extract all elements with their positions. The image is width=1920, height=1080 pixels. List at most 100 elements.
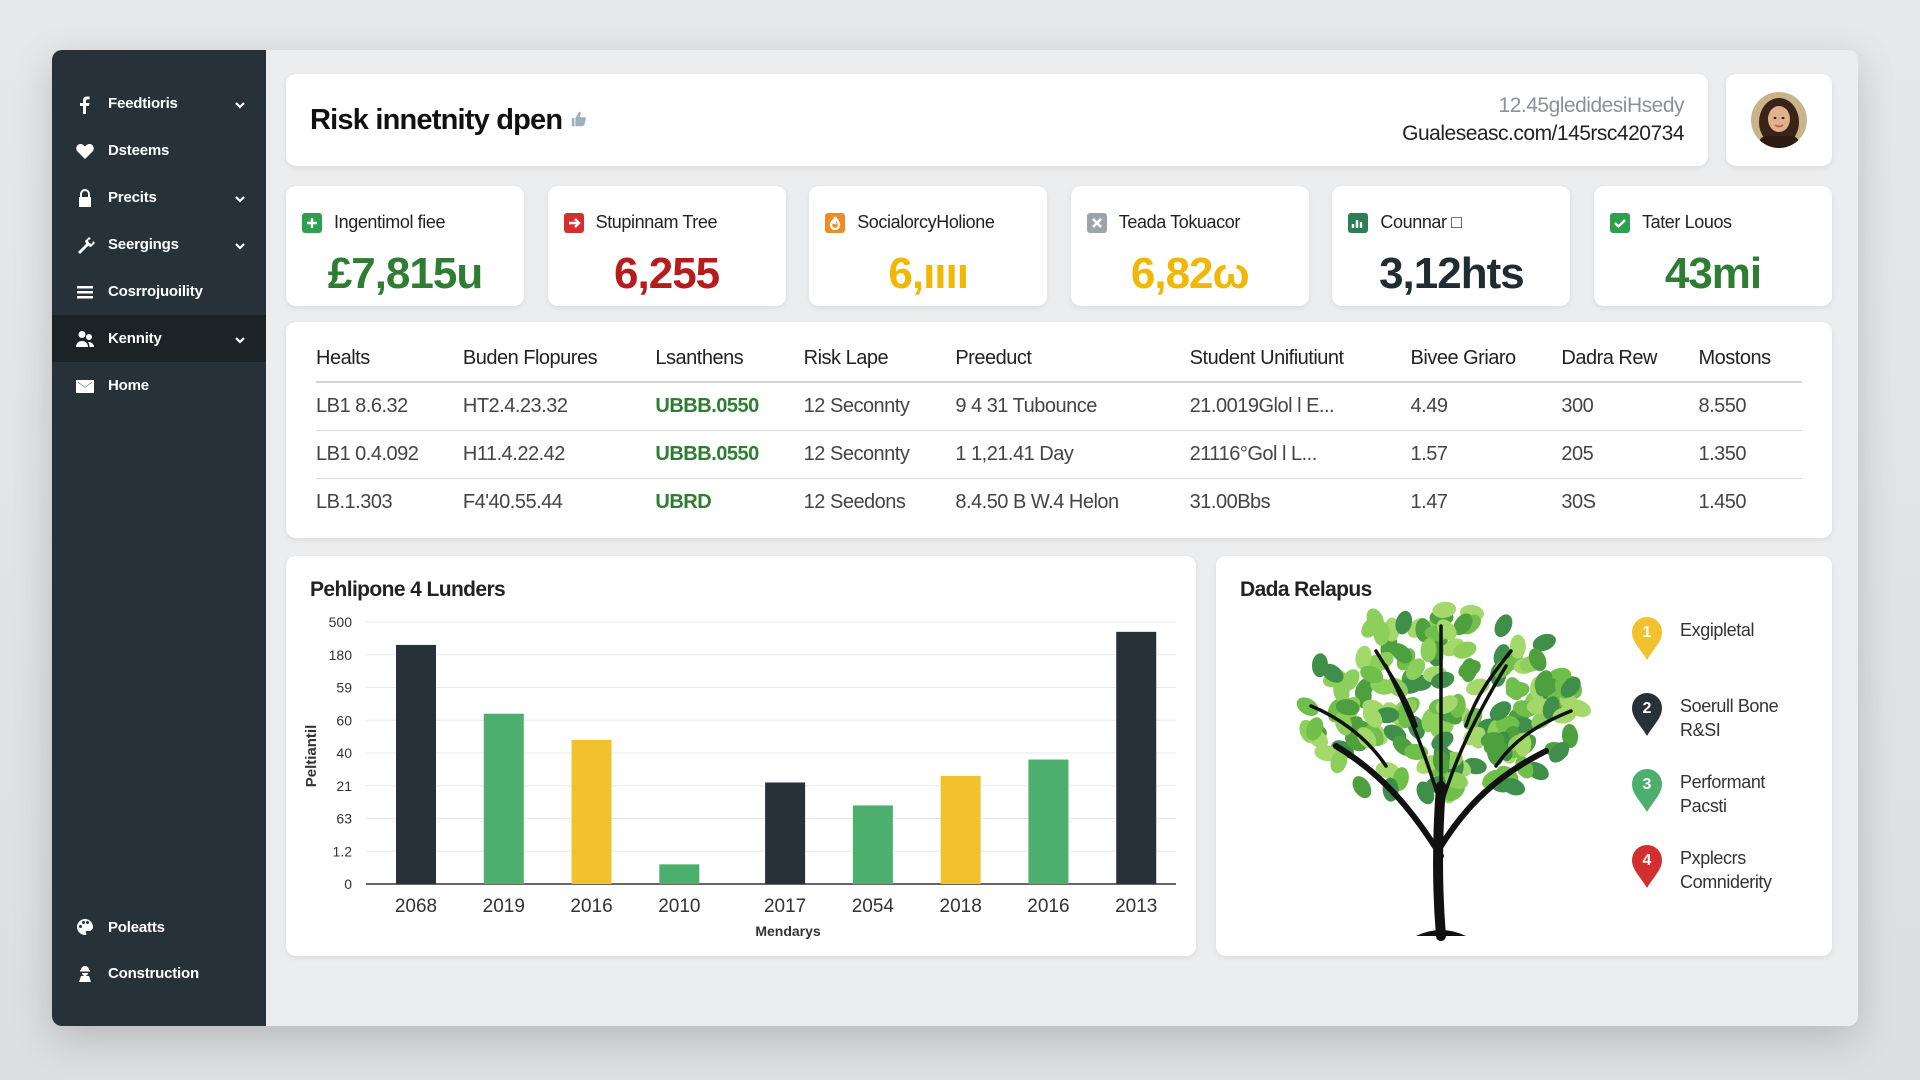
bar	[659, 864, 700, 884]
kpi-card[interactable]: Stupinnam Tree 6,255	[547, 186, 786, 306]
column-header[interactable]: Risk Lape	[803, 336, 956, 383]
kpi-card[interactable]: Tater Louos 43mi	[1594, 186, 1832, 306]
bar	[765, 782, 806, 884]
avatar[interactable]	[1751, 92, 1807, 148]
tree-branch	[1432, 781, 1446, 941]
table-body: LB1 8.6.32 HT2.4.23.32 UBBB.0550 12 Seconnt…	[316, 382, 1802, 526]
kpi-row: Ingentimol fiee £7,815u Stupinnam Tree 6,25…	[286, 186, 1832, 306]
x-tick-label: 2016	[1027, 896, 1069, 917]
tree-illustration	[1296, 601, 1591, 941]
sidebar-item-kennity[interactable]: Kennity	[52, 315, 266, 362]
bar	[940, 775, 981, 884]
bar	[1116, 631, 1157, 884]
sidebar-item-precits[interactable]: Precits	[52, 174, 266, 221]
sidebar-item-construction[interactable]: Construction	[52, 950, 266, 996]
chevron-down-icon[interactable]	[234, 239, 246, 251]
kpi-value: 43mi	[1664, 249, 1762, 298]
chevron-down-icon[interactable]	[234, 192, 246, 204]
chevron-down-icon[interactable]	[234, 98, 246, 110]
map-pin-icon: 3	[1632, 769, 1662, 812]
table-row[interactable]: LB1 8.6.32 HT2.4.23.32 UBBB.0550 12 Seconnt…	[316, 382, 1802, 431]
y-tick-label: 40	[336, 745, 352, 761]
worker-icon	[74, 962, 96, 984]
sidebar-item-poleatts[interactable]: Poleatts	[52, 904, 266, 950]
leaf	[1505, 677, 1523, 701]
kpi-value: 6,ıııı	[888, 249, 969, 298]
sidebar-item-feedtioris[interactable]: Feedtioris	[52, 80, 266, 127]
table-cell: 12 Seconnty	[803, 430, 956, 479]
legend-number: 2	[1643, 700, 1652, 717]
kpi-header: Tater Louos	[1610, 212, 1816, 233]
profile-card[interactable]	[1726, 74, 1832, 166]
palette-icon	[74, 916, 96, 938]
sidebar-item-seergings[interactable]: Seergings	[52, 221, 266, 268]
table-cell: HT2.4.23.32	[462, 382, 656, 431]
y-tick-label: 59	[336, 680, 352, 696]
kpi-card[interactable]: Ingentimol fiee £7,815u	[286, 186, 524, 306]
column-header[interactable]: Preeduct	[955, 336, 1190, 383]
kpi-card[interactable]: SocialorcyHolione 6,ıııı	[809, 186, 1048, 306]
table-header-row: Healts Buden Flopures Lsanthens Risk Lape Pr…	[316, 336, 1802, 383]
y-tick-label: 21	[336, 778, 352, 794]
kpi-label: Tater Louos	[1642, 212, 1732, 232]
y-tick-label: 180	[329, 647, 353, 663]
sidebar-item-label: Cosrrojuoility	[108, 283, 203, 300]
table-cell: 8.550	[1698, 382, 1802, 431]
chart-title: Pehlipone 4 Lunders	[310, 578, 506, 601]
kpi-label: Counnar □	[1380, 212, 1462, 232]
table-cell: 1.57	[1410, 430, 1562, 479]
sidebar-item-label: Construction	[108, 964, 199, 982]
column-header[interactable]: Buden Flopures	[462, 336, 656, 383]
page-title: Risk innetnity dpen	[310, 103, 563, 136]
table-cell: UBBB.0550	[655, 430, 804, 479]
table-cell: 4.49	[1410, 382, 1562, 431]
y-axis-label: Peltiantil	[303, 725, 320, 788]
kpi-card[interactable]: Counnar □ 3,12hts	[1332, 186, 1571, 306]
column-header[interactable]: Mostons	[1698, 336, 1802, 383]
kpi-value: 6,255	[614, 249, 720, 298]
tree-legend: 1 Exgipletal 2 Soerull Bone R&SI 3 Performant…	[1628, 614, 1800, 918]
legend-number: 3	[1643, 776, 1652, 793]
table-row[interactable]: LB.1.303 F4'40.55.44 UBRD 12 Seedons 8.4.50 …	[316, 478, 1802, 526]
column-header[interactable]: Lsanthens	[655, 336, 804, 383]
column-header[interactable]: Bivee Griaro	[1410, 336, 1562, 383]
kpi-value: £7,815u	[327, 249, 483, 298]
tree-card: Dada Relapus 1 Exgipletal 2 Soerull Bone R&…	[1216, 556, 1832, 956]
table-cell: LB1 8.6.32	[316, 382, 463, 431]
table-cell: F4'40.55.44	[462, 490, 563, 513]
sidebar-item-label: Home	[108, 377, 149, 394]
users-icon	[74, 328, 96, 350]
chevron-down-icon[interactable]	[234, 333, 246, 345]
y-tick-label: 63	[336, 811, 352, 827]
sidebar-item-label: Feedtioris	[108, 95, 178, 112]
table-cell: 1.47	[1410, 490, 1448, 513]
sidebar-item-label: Kennity	[108, 330, 162, 347]
table-cell: LB1 0.4.092	[316, 430, 463, 479]
x-tick-label: 2019	[483, 896, 525, 917]
column-header[interactable]: Dadra Rew	[1561, 336, 1699, 383]
legend-item: 3 Performant Pacsti	[1628, 766, 1800, 842]
chart-icon	[1348, 212, 1369, 233]
kpi-card[interactable]: Teada Tokuacor 6,82ω	[1070, 186, 1309, 306]
legend-label: Performant Pacsti	[1680, 772, 1766, 816]
column-header[interactable]: Student Unifiutiunt	[1189, 336, 1411, 383]
kpi-label: Ingentimol fiee	[334, 212, 446, 232]
legend-item: 2 Soerull Bone R&SI	[1628, 690, 1800, 766]
kpi-label: SocialorcyHolione	[857, 212, 995, 232]
sidebar-item-dsteems[interactable]: Dsteems	[52, 127, 266, 174]
y-tick-label: 0	[344, 876, 352, 892]
thumbs-up-icon[interactable]	[570, 110, 588, 130]
legend-label: Exgipletal	[1680, 620, 1755, 640]
header-meta: 12.45gledidesiHsedy Gualeseasc.com/145rs…	[1402, 94, 1684, 146]
table-cell: 21116°Gol l L...	[1189, 430, 1411, 479]
sidebar-item-home[interactable]: Home	[52, 362, 266, 409]
x-tick-label: 2016	[570, 896, 612, 917]
table-cell: 12 Seedons	[803, 490, 906, 513]
kpi-value: 3,12hts	[1379, 249, 1525, 298]
sidebar-item-cosrrojuoility[interactable]: Cosrrojuoility	[52, 268, 266, 315]
mail-icon	[74, 375, 96, 397]
table-row[interactable]: LB1 0.4.092 H11.4.22.42 UBBB.0550 12 Seconn…	[316, 430, 1802, 479]
header-meta-url[interactable]: Gualeseasc.com/145rsc420734	[1402, 122, 1684, 146]
leaf	[1296, 697, 1319, 716]
column-header[interactable]: Healts	[316, 336, 463, 383]
